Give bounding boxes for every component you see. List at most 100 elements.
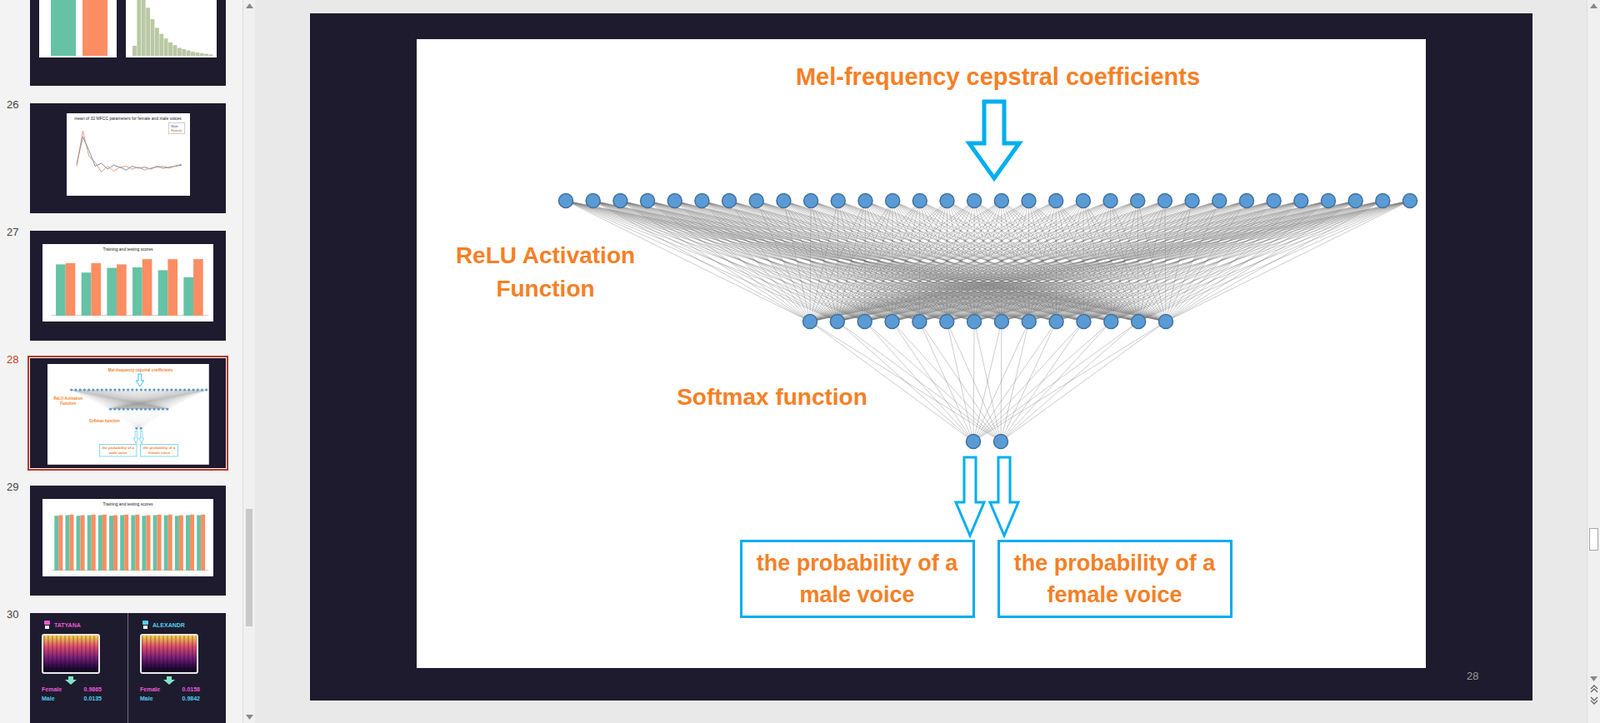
network-edge	[114, 390, 193, 410]
network-node	[148, 389, 151, 392]
network-node	[135, 389, 138, 392]
network-node	[830, 194, 845, 209]
slide-thumbnail-item[interactable]	[0, 0, 243, 86]
network-node	[803, 194, 818, 209]
network-edge	[946, 200, 1410, 322]
next-slide-icon[interactable]	[1590, 696, 1599, 705]
slide-thumbnail-item[interactable]: 29Training and testing scores	[0, 485, 243, 596]
scroll-up-icon[interactable]	[1590, 3, 1598, 9]
chart-title: mean of 32 MFCC parameters for female an…	[74, 113, 182, 122]
slide-thumbnail[interactable]: Training and testing scores	[30, 230, 226, 341]
down-arrow-icon	[65, 676, 77, 685]
histogram-bar	[155, 27, 160, 56]
network-node	[612, 194, 627, 209]
histogram-bar	[186, 50, 191, 56]
histogram-bar	[132, 45, 137, 56]
thumbnail-scrollbar[interactable]	[242, 0, 255, 723]
slide[interactable]: Mel-frequency cepstral coefficientsReLU …	[310, 13, 1533, 701]
network-edge	[1165, 200, 1410, 322]
network-node	[1158, 315, 1173, 330]
network-node	[170, 389, 173, 392]
network-edge	[131, 390, 202, 410]
network-edge	[1028, 200, 1410, 322]
network-edge	[119, 390, 194, 410]
bar	[157, 270, 168, 316]
network-edge	[1055, 200, 1410, 322]
network-edge	[135, 409, 158, 429]
slide-thumbnail-item[interactable]: 30TATYANAFemale0.9865Male0.0135ALEXANDRF…	[0, 613, 243, 723]
slide-scrollbar[interactable]	[1586, 0, 1600, 723]
previous-slide-icon[interactable]	[1590, 685, 1599, 694]
slide-thumbnail-item[interactable]: 27Training and testing scores	[0, 230, 243, 341]
line-chart: mean of 32 MFCC parameters for female an…	[66, 113, 190, 196]
scrollbar-thumb[interactable]	[1589, 528, 1599, 551]
histogram-bar	[195, 52, 200, 56]
histogram-bar	[190, 51, 195, 56]
slide-thumbnail[interactable]: Training and testing scores	[30, 485, 226, 596]
score-row: Male0.9842	[140, 695, 200, 704]
network-edge	[140, 409, 163, 429]
bar-chart-plot	[45, 252, 212, 316]
scrollbar-thumb[interactable]	[245, 509, 253, 627]
bar	[80, 272, 91, 316]
bar	[90, 263, 101, 316]
network-edge	[158, 390, 206, 410]
network-node	[144, 389, 147, 392]
network-edge	[135, 409, 150, 429]
scroll-up-icon[interactable]	[245, 3, 254, 9]
slide-thumbnail[interactable]: mean of 32 MFCC parameters for female an…	[30, 103, 226, 214]
network-node	[205, 389, 208, 392]
network-edge	[123, 390, 206, 410]
histogram-bar	[168, 42, 173, 56]
score-value: 0.0158	[182, 685, 200, 695]
histogram-bar	[181, 49, 186, 56]
network-edge	[110, 390, 189, 410]
network-node	[161, 389, 165, 392]
bar	[65, 263, 75, 316]
network-edge	[135, 409, 140, 429]
network-node	[152, 389, 155, 392]
bar	[156, 515, 161, 571]
bar	[178, 515, 183, 572]
bar	[120, 515, 125, 572]
slide-thumbnail-panel[interactable]: 26mean of 32 MFCC parameters for female …	[0, 0, 243, 723]
scroll-down-icon[interactable]	[1590, 676, 1598, 682]
histogram-bar	[145, 7, 150, 56]
network-edge	[140, 390, 206, 410]
network-node	[1185, 194, 1200, 209]
slide-thumbnail[interactable]: Mel-frequency cepstral coefficientsReLU …	[30, 358, 226, 469]
slide-thumbnail-item[interactable]: 28Mel-frequency cepstral coefficientsReL…	[0, 358, 243, 469]
slide-number: 30	[0, 608, 30, 622]
down-arrow-icon	[133, 430, 138, 444]
network-node	[1049, 315, 1064, 330]
slide-editor: Mel-frequency cepstral coefficientsReLU …	[255, 0, 1587, 723]
slide-thumbnail-list: 26mean of 32 MFCC parameters for female …	[0, 0, 243, 723]
network-node	[966, 315, 981, 330]
network-edge	[119, 390, 207, 410]
network-node	[857, 315, 872, 330]
scroll-down-icon[interactable]	[245, 715, 254, 720]
presentation-editor: 26mean of 32 MFCC parameters for female …	[0, 0, 1600, 723]
network-edge	[973, 321, 1139, 442]
network-edge	[110, 390, 198, 410]
bar	[196, 515, 201, 572]
bar	[90, 515, 95, 571]
slide-thumbnail-item[interactable]: 26mean of 32 MFCC parameters for female …	[0, 103, 243, 214]
network-node	[100, 389, 103, 392]
slide-number: 28	[1466, 670, 1479, 683]
slide-thumbnail[interactable]: TATYANAFemale0.9865Male0.0135ALEXANDRFem…	[30, 613, 226, 723]
histogram-bar	[204, 54, 209, 56]
bar	[185, 515, 190, 572]
network-edge	[946, 321, 974, 442]
bar	[75, 515, 80, 571]
slide-thumbnail[interactable]	[30, 0, 226, 86]
histogram-bar	[173, 45, 178, 56]
network-node	[91, 389, 95, 392]
slide-number: 27	[0, 225, 30, 240]
network-node	[78, 389, 81, 392]
network-node	[187, 389, 190, 392]
legend-item: Male	[170, 124, 182, 129]
network-node	[165, 389, 169, 392]
bar	[130, 515, 135, 572]
speaker-header: TATYANA	[43, 620, 81, 630]
